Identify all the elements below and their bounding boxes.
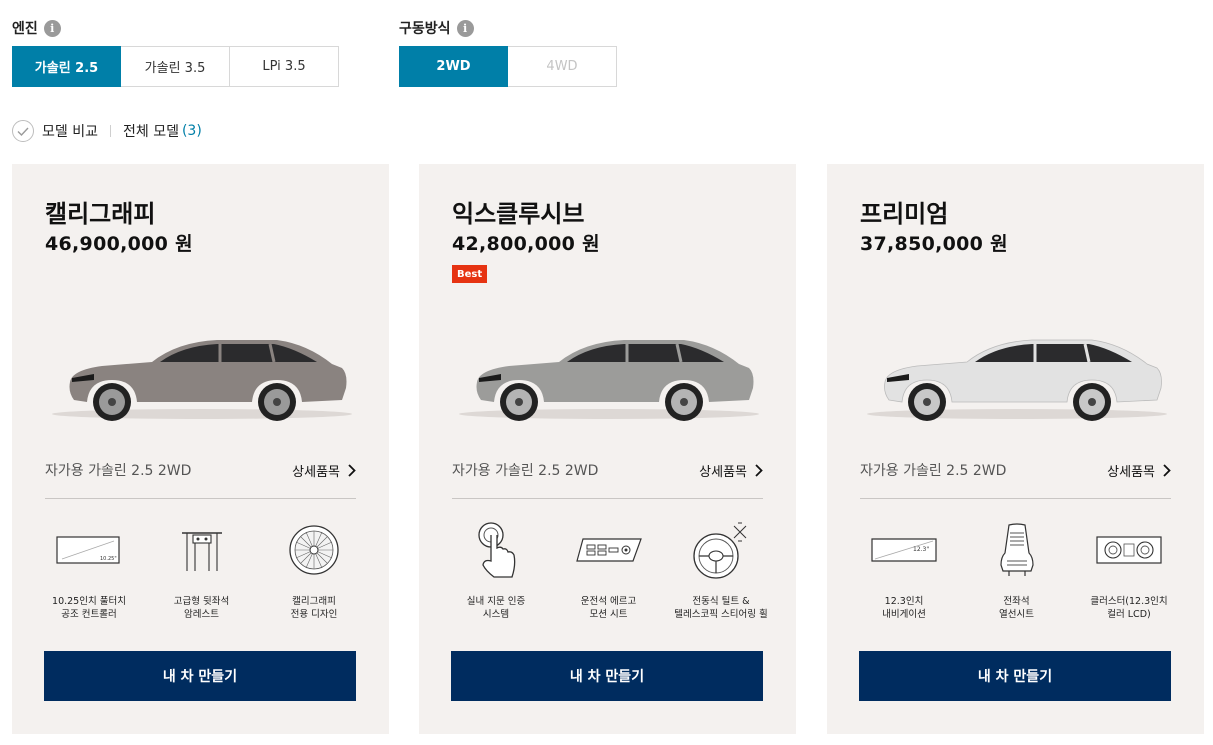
detail-link-label: 상세품목 [292, 464, 340, 480]
drive-option-2wd[interactable]: 2WD [399, 46, 508, 87]
compare-row: 모델 비교 전체 모델 (3) [12, 120, 202, 142]
car-image [459, 340, 759, 421]
feature-list: 실내 지문 인증 시스템 운전석 에르고 모션 시트 전동식 틸트 & 텔레스코… [441, 519, 776, 621]
divider [109, 125, 111, 137]
panel-size-text: 12.3" [913, 546, 929, 553]
divider [45, 498, 356, 499]
all-models-label: 전체 모델 [122, 124, 179, 140]
car-image [52, 340, 352, 421]
detail-link[interactable]: 상세품목 [699, 461, 763, 480]
fingerprint-auth-icon [456, 519, 536, 581]
model-count: (3) [181, 123, 202, 139]
divider [452, 498, 763, 499]
trim-row: 자가용 가솔린 2.5 2WD 상세품목 [45, 460, 356, 480]
trim-row: 자가용 가솔린 2.5 2WD 상세품목 [860, 460, 1171, 480]
feature-item: 클러스터(12.3인치 컬러 LCD) [1074, 519, 1184, 621]
model-name: 캘리그래피 [45, 200, 156, 228]
compare-label[interactable]: 모델 비교 [42, 121, 98, 141]
feature-list: 10.25" 10.25인치 풀터치 공조 컨트롤러 고급형 뒷좌석 암레스트 … [34, 519, 369, 621]
trim-label: 자가용 가솔린 2.5 2WD [860, 463, 1007, 479]
touch-climate-panel-icon: 10.25" [49, 519, 129, 581]
info-icon[interactable]: i [456, 19, 474, 37]
engine-filter-label-row: 엔진 i [12, 18, 61, 38]
cluster-lcd-icon [1089, 519, 1169, 581]
build-my-car-button[interactable]: 내 차 만들기 [451, 651, 763, 701]
tilt-telescopic-steering-icon [681, 519, 761, 581]
drive-segmented-control: 2WD 4WD [399, 46, 617, 87]
feature-text: 전좌석 열선시트 [999, 596, 1034, 620]
build-my-car-button[interactable]: 내 차 만들기 [44, 651, 356, 701]
info-icon[interactable]: i [43, 19, 61, 37]
model-name: 프리미엄 [860, 200, 949, 228]
engine-option-gasoline-3-5[interactable]: 가솔린 3.5 [121, 46, 230, 87]
detail-link-label: 상세품목 [699, 464, 747, 480]
heated-seat-icon [977, 519, 1057, 581]
feature-item: 고급형 뒷좌석 암레스트 [147, 519, 257, 621]
model-name: 익스클루시브 [452, 200, 585, 228]
engine-segmented-control: 가솔린 2.5 가솔린 3.5 LPi 3.5 [12, 46, 339, 87]
chevron-right-icon [348, 463, 356, 477]
feature-item: 10.25" 10.25인치 풀터치 공조 컨트롤러 [34, 519, 144, 621]
feature-item: 12.3" 12.3인치 내비게이션 [849, 519, 959, 621]
chevron-right-icon [755, 463, 763, 477]
model-card-premium: 프리미엄 37,850,000 원 자가용 가솔린 2.5 2WD 상세품목 1… [827, 164, 1204, 734]
model-card-calligraphy: 캘리그래피 46,900,000 원 자가용 가솔린 2.5 2WD 상세품목 … [12, 164, 389, 734]
feature-text: 고급형 뒷좌석 암레스트 [173, 596, 230, 620]
feature-item: 운전석 에르고 모션 시트 [554, 519, 664, 621]
build-my-car-button[interactable]: 내 차 만들기 [859, 651, 1171, 701]
trim-label: 자가용 가솔린 2.5 2WD [452, 463, 599, 479]
feature-text: 캘리그래피 전용 디자인 [290, 596, 338, 620]
feature-list: 12.3" 12.3인치 내비게이션 전좌석 열선시트 클러스터(12.3인치 … [849, 519, 1184, 621]
drive-option-4wd: 4WD [508, 46, 617, 87]
detail-link-label: 상세품목 [1107, 464, 1155, 480]
drive-filter-label: 구동방식 [399, 21, 451, 37]
model-price: 37,850,000 원 [860, 233, 1008, 255]
model-card-exclusive: 익스클루시브 42,800,000 원 Best 자가용 가솔린 2.5 2WD… [419, 164, 796, 734]
feature-item: 전좌석 열선시트 [962, 519, 1072, 621]
trim-label: 자가용 가솔린 2.5 2WD [45, 463, 192, 479]
model-price: 46,900,000 원 [45, 233, 193, 255]
engine-filter-label: 엔진 [12, 21, 38, 37]
feature-item: 전동식 틸트 & 텔레스코픽 스티어링 휠 [666, 519, 776, 621]
rear-armrest-icon [162, 519, 242, 581]
engine-option-lpi-3-5[interactable]: LPi 3.5 [230, 46, 339, 87]
feature-text: 12.3인치 내비게이션 [882, 596, 926, 620]
model-price: 42,800,000 원 [452, 233, 600, 255]
engine-option-gasoline-2-5[interactable]: 가솔린 2.5 [12, 46, 121, 87]
engine-filter: 엔진 i 가솔린 2.5 가솔린 3.5 LPi 3.5 [12, 18, 339, 87]
drive-filter: 구동방식 i 2WD 4WD [399, 18, 617, 87]
navigation-display-icon: 12.3" [864, 519, 944, 581]
feature-text: 전동식 틸트 & 텔레스코픽 스티어링 휠 [674, 596, 768, 620]
car-image [867, 339, 1167, 421]
drive-filter-label-row: 구동방식 i [399, 18, 474, 38]
feature-item: 실내 지문 인증 시스템 [441, 519, 551, 621]
divider [860, 498, 1171, 499]
feature-item: 캘리그래피 전용 디자인 [259, 519, 369, 621]
feature-text: 운전석 에르고 모션 시트 [580, 596, 637, 620]
feature-text: 클러스터(12.3인치 컬러 LCD) [1090, 596, 1168, 620]
panel-size-text: 10.25" [100, 556, 117, 562]
feature-text: 10.25인치 풀터치 공조 컨트롤러 [52, 596, 126, 620]
detail-link[interactable]: 상세품목 [292, 461, 356, 480]
trim-row: 자가용 가솔린 2.5 2WD 상세품목 [452, 460, 763, 480]
chevron-right-icon [1163, 463, 1171, 477]
best-badge: Best [452, 265, 488, 283]
feature-text: 실내 지문 인증 시스템 [466, 596, 526, 620]
check-icon[interactable] [12, 120, 34, 142]
ergo-motion-seat-icon [569, 519, 649, 581]
detail-link[interactable]: 상세품목 [1107, 461, 1171, 480]
calligraphy-wheel-icon [274, 519, 354, 581]
